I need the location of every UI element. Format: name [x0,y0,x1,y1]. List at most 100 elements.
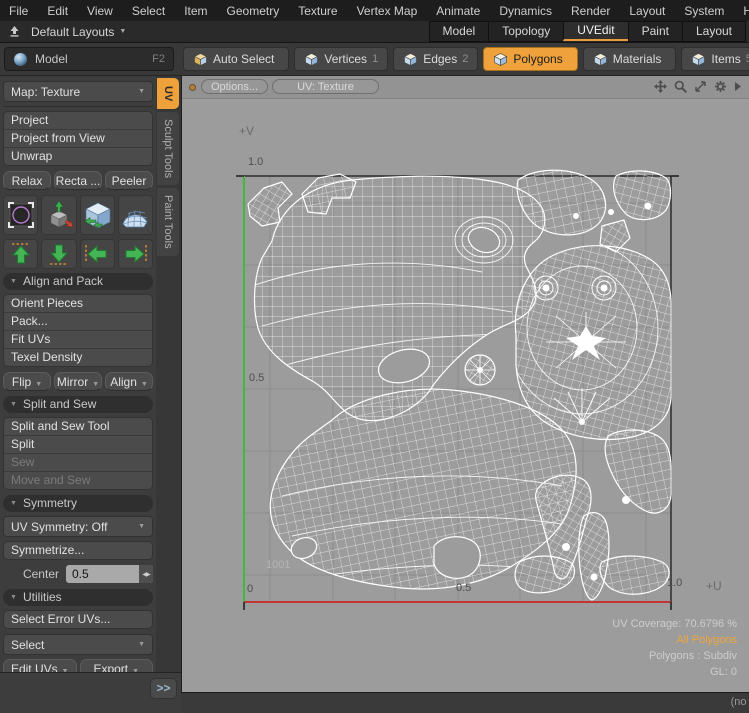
tab-sculpt-tools[interactable]: Sculpt Tools [157,112,179,185]
split-and-sew-header[interactable]: ▼Split and Sew [3,396,153,413]
fit-uvs-button[interactable]: Fit UVs [4,331,152,349]
maximize-icon[interactable] [694,80,707,93]
select-error-uvs-button[interactable]: Select Error UVs... [4,611,152,628]
split-button[interactable]: Split [4,436,152,454]
menu-animate[interactable]: Animate [436,4,480,18]
u-axis-label: +U [706,579,722,593]
menu-dynamics[interactable]: Dynamics [499,4,552,18]
polygon-type-text: Polygons : Subdiv [612,648,737,664]
u-mid-label: 0.5 [456,582,471,594]
selection-scope-text: All Polygons [612,632,737,648]
edges-mode-button[interactable]: Edges2 [393,47,478,71]
uv-sphere-tool-button[interactable] [118,195,153,235]
relax-button[interactable]: Relax [3,171,51,190]
stepper-icon[interactable]: ◀▶ [139,565,153,583]
mirror-dropdown[interactable]: Mirror▼ [54,372,102,391]
menu-item[interactable]: Item [184,4,207,18]
zoom-icon[interactable] [674,80,687,93]
flip-dropdown[interactable]: Flip▼ [3,372,51,391]
default-layouts-dropdown[interactable]: Default Layouts [31,25,114,39]
uv-canvas[interactable] [182,76,749,692]
viewport-header: Options... UV: Texture [182,76,749,99]
project-from-view-button[interactable]: Project from View [4,130,152,148]
sew-button: Sew [4,454,152,472]
orient-pieces-button[interactable]: Orient Pieces [4,295,152,313]
align-up-button[interactable] [3,239,38,269]
items-mode-button[interactable]: Items5 [681,47,749,71]
symmetry-header[interactable]: ▼Symmetry [3,495,153,512]
menu-layout[interactable]: Layout [629,4,665,18]
viewport-controls [654,80,742,93]
collapse-icon: ▼ [10,495,17,512]
viewport-state-dot[interactable] [189,84,196,91]
tab-layout[interactable]: Layout [682,21,746,42]
symmetrize-button[interactable]: Symmetrize... [4,542,152,559]
green-arrow-right-icon [122,242,148,266]
selection-toolbar: Model F2 Auto Select Vertices1 Edges2 Po… [0,43,749,76]
origin-label: 0 [247,583,253,595]
menu-help[interactable]: Help [743,4,749,18]
flyout-arrow-icon[interactable] [734,81,742,92]
menu-select[interactable]: Select [132,4,165,18]
uv-tools-panel: Map: Texture ▼ Project Project from View… [0,76,156,672]
align-and-pack-header[interactable]: ▼Align and Pack [3,273,153,290]
uv-viewport[interactable]: Options... UV: Texture +V +U 1.0 0.5 0 0… [181,76,749,692]
menu-edit[interactable]: Edit [47,4,68,18]
tab-uv[interactable]: UV [157,78,179,109]
udim-tile-label: 1001 [266,559,290,571]
align-left-button[interactable] [80,239,115,269]
model-label: Model [35,52,152,66]
menu-file[interactable]: File [9,4,28,18]
uv-coverage-text: UV Coverage: 70.6796 % [612,616,737,632]
cube-icon [691,52,706,67]
item-mode-selector[interactable]: Model F2 [4,47,174,71]
menu-bar: File Edit View Select Item Geometry Text… [0,0,749,21]
auto-select-button[interactable]: Auto Select [183,47,289,71]
materials-mode-button[interactable]: Materials [583,47,677,71]
menu-texture[interactable]: Texture [298,4,337,18]
layout-tabs: Model Topology UVEdit Paint Layout [429,21,746,42]
align-right-button[interactable] [118,239,153,269]
bottom-more-button[interactable]: >> [150,678,177,699]
chevron-down-icon: ▼ [138,88,145,95]
uv-projection-tool-button[interactable] [80,195,115,235]
tab-paint[interactable]: Paint [628,21,682,42]
uv-transform-tool-button[interactable] [41,195,76,235]
center-input[interactable]: 0.5 ◀▶ [66,565,153,583]
green-arrow-up-icon [8,242,34,266]
gear-icon[interactable] [714,80,727,93]
pin-layout-icon[interactable] [8,25,21,38]
align-dropdown[interactable]: Align▼ [105,372,153,391]
menu-view[interactable]: View [87,4,113,18]
center-label: Center [3,567,59,581]
uv-map-button[interactable]: UV: Texture [272,79,379,94]
menu-render[interactable]: Render [571,4,610,18]
select-dropdown[interactable]: Select ▼ [3,634,153,655]
menu-vertex-map[interactable]: Vertex Map [357,4,418,18]
menu-system[interactable]: System [684,4,724,18]
center-value[interactable]: 0.5 [66,565,139,583]
tab-paint-tools[interactable]: Paint Tools [157,188,179,256]
map-texture-dropdown[interactable]: Map: Texture ▼ [3,81,153,102]
sphere-icon [13,52,28,67]
polygons-mode-button[interactable]: Polygons [483,47,577,71]
texel-density-button[interactable]: Texel Density [4,349,152,366]
peeler-button[interactable]: Peeler [105,171,153,190]
pan-icon[interactable] [654,80,667,93]
utilities-header[interactable]: ▼Utilities [3,589,153,606]
options-button[interactable]: Options... [201,79,268,94]
split-and-sew-tool-button[interactable]: Split and Sew Tool [4,418,152,436]
uv-selection-tool-button[interactable] [3,195,38,235]
tab-topology[interactable]: Topology [488,21,563,42]
align-down-button[interactable] [41,239,76,269]
rectangle-button[interactable]: Recta ... [54,171,102,190]
side-tab-strip: UV Sculpt Tools Paint Tools [156,76,181,672]
tab-model[interactable]: Model [429,21,489,42]
tab-uvedit[interactable]: UVEdit [563,21,627,41]
menu-geometry[interactable]: Geometry [227,4,280,18]
uv-symmetry-dropdown[interactable]: UV Symmetry: Off ▼ [3,516,153,537]
project-button[interactable]: Project [4,112,152,130]
vertices-mode-button[interactable]: Vertices1 [294,47,388,71]
pack-button[interactable]: Pack... [4,313,152,331]
unwrap-button[interactable]: Unwrap [4,148,152,165]
